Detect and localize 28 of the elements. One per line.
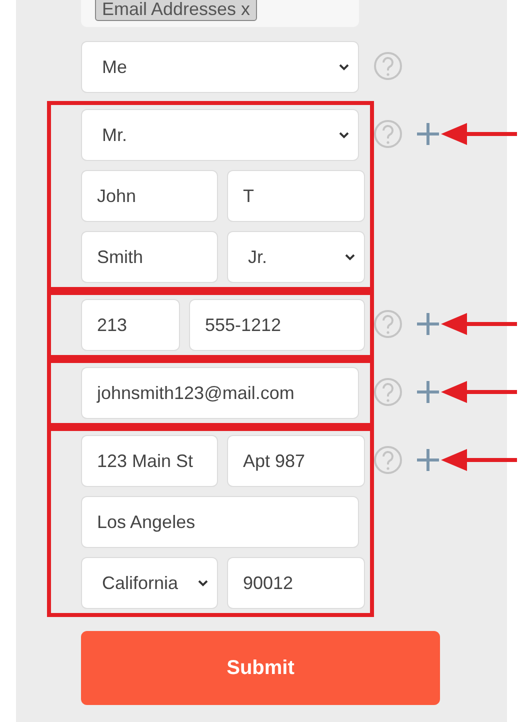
chevron-down-icon xyxy=(344,253,356,261)
select-field[interactable]: California xyxy=(81,557,218,609)
chevron-down-icon xyxy=(338,63,350,71)
text-field[interactable]: 555-1212 xyxy=(189,299,365,351)
chevron-down-icon xyxy=(197,579,209,587)
select-field[interactable]: Me xyxy=(81,41,359,93)
text-field[interactable]: 123 Main St xyxy=(81,435,218,487)
text-field[interactable]: John xyxy=(81,170,218,222)
help-icon[interactable] xyxy=(373,309,403,339)
plus-icon[interactable] xyxy=(417,449,439,471)
plus-icon[interactable] xyxy=(417,381,439,403)
text-field[interactable]: Apt 987 xyxy=(227,435,365,487)
text-field[interactable]: 90012 xyxy=(227,557,365,609)
tag-field[interactable]: Email Addresses x xyxy=(81,0,359,27)
text-field[interactable]: johnsmith123@mail.com xyxy=(81,367,359,419)
help-icon[interactable] xyxy=(373,377,403,407)
text-field[interactable]: Smith xyxy=(81,231,218,283)
text-field[interactable]: Los Angeles xyxy=(81,496,359,548)
plus-icon[interactable] xyxy=(417,123,439,145)
help-icon[interactable] xyxy=(373,119,403,149)
select-field[interactable]: Jr. xyxy=(227,231,365,283)
plus-icon[interactable] xyxy=(417,313,439,335)
chevron-down-icon xyxy=(338,131,350,139)
select-field[interactable]: Mr. xyxy=(81,109,359,161)
tag-chip[interactable]: Email Addresses x xyxy=(95,0,258,21)
text-field[interactable]: T xyxy=(227,170,365,222)
help-icon[interactable] xyxy=(373,445,403,475)
text-field[interactable]: 213 xyxy=(81,299,180,351)
